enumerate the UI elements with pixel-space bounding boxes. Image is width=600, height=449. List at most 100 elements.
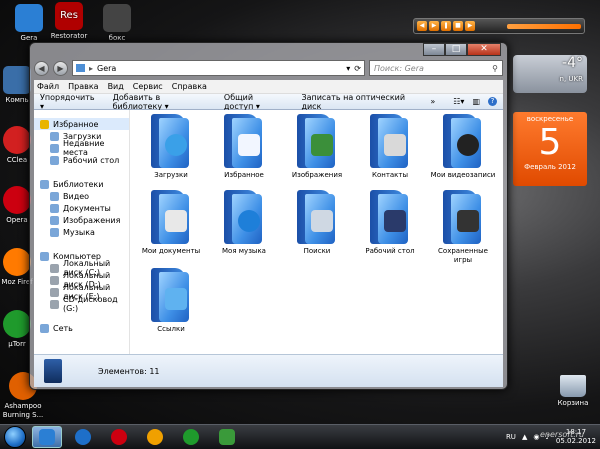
- navigation-bar: ◀ ▶ ▸ Gera ▾ ⟳ Поиск: Gera ⚲: [34, 59, 503, 77]
- monitor-icon: [384, 210, 406, 232]
- folder-pictures[interactable]: Изображения: [284, 114, 350, 180]
- volume-slider[interactable]: [507, 23, 581, 29]
- help-icon[interactable]: ?: [488, 97, 497, 106]
- contacts-icon: [384, 134, 406, 156]
- close-button[interactable]: ✕: [467, 43, 501, 56]
- search-input[interactable]: Поиск: Gera ⚲: [369, 60, 503, 76]
- nav-item-cd-drive[interactable]: CD-дисковод (G:): [34, 295, 129, 313]
- pause-icon[interactable]: ❚: [441, 21, 451, 31]
- magnifier-icon: [311, 210, 333, 232]
- explorer-window: – □ ✕ ◀ ▶ ▸ Gera ▾ ⟳ Поиск: Gera ⚲ Файл …: [29, 42, 508, 390]
- network-tray-icon[interactable]: ◉: [533, 433, 539, 441]
- add-to-library-button[interactable]: Добавить в библиотеку ▾: [113, 93, 206, 111]
- network-icon: [40, 323, 49, 333]
- minimize-button[interactable]: –: [423, 43, 445, 56]
- drive-icon: [50, 275, 59, 285]
- menu-help[interactable]: Справка: [172, 82, 207, 91]
- folder-downloads[interactable]: Загрузки: [138, 114, 204, 180]
- link-arrow-icon: [165, 288, 187, 310]
- restorator-icon: Res: [55, 2, 83, 30]
- burn-button[interactable]: Записать на оптический диск: [301, 93, 412, 111]
- weather-gadget[interactable]: -4° n, UKR: [513, 55, 587, 93]
- media-player-icon: [75, 429, 91, 445]
- menu-edit[interactable]: Правка: [68, 82, 98, 91]
- nav-network[interactable]: Сеть: [34, 322, 129, 334]
- nav-libraries[interactable]: Библиотеки: [34, 178, 129, 190]
- view-options-icon[interactable]: ☷▾: [453, 97, 464, 106]
- recycle-bin-icon: [560, 375, 586, 397]
- pictures-icon: [50, 215, 59, 225]
- folder-documents[interactable]: Мои документы: [138, 190, 204, 256]
- taskbar-aimp[interactable]: [140, 426, 170, 448]
- nav-item-music[interactable]: Музыка: [34, 226, 129, 238]
- menu-tools[interactable]: Сервис: [133, 82, 163, 91]
- taskbar-utorrent[interactable]: [176, 426, 206, 448]
- folder-links[interactable]: Ссылки: [138, 268, 204, 334]
- cd-drive-icon: [50, 299, 59, 309]
- maximize-button[interactable]: □: [445, 43, 467, 56]
- nav-item-video[interactable]: Видео: [34, 190, 129, 202]
- drive-icon: [50, 263, 59, 273]
- address-bar[interactable]: ▸ Gera ▾ ⟳: [72, 60, 365, 76]
- play-icon[interactable]: ▶: [429, 21, 439, 31]
- language-indicator[interactable]: RU: [506, 433, 516, 441]
- watermark: enersoft.ru: [540, 430, 585, 439]
- prev-icon[interactable]: ◀: [417, 21, 427, 31]
- nav-item-recent[interactable]: Недавние места: [34, 139, 129, 157]
- nav-favorites[interactable]: Избранное: [34, 118, 129, 130]
- preview-pane-icon[interactable]: ▥: [472, 97, 480, 106]
- opera-icon: [111, 429, 127, 445]
- refresh-icon[interactable]: ⟳: [354, 64, 361, 73]
- nav-item-desktop[interactable]: Рабочий стол: [34, 154, 129, 166]
- desktop-icon-restorator[interactable]: Res Restorator: [46, 2, 92, 41]
- file-list: Загрузки Избранное Изображения Контакты …: [131, 110, 503, 354]
- taskbar-media-player[interactable]: [68, 426, 98, 448]
- folder-favorites[interactable]: Избранное: [211, 114, 277, 180]
- window-caption-buttons: – □ ✕: [423, 43, 501, 56]
- user-avatar-icon: [44, 359, 62, 383]
- video-icon: [50, 191, 59, 201]
- nav-item-pictures[interactable]: Изображения: [34, 214, 129, 226]
- next-icon[interactable]: ▶: [465, 21, 475, 31]
- folder-searches[interactable]: Поиски: [284, 190, 350, 256]
- command-bar: Упорядочить ▾ Добавить в библиотеку ▾ Об…: [34, 93, 503, 111]
- menu-file[interactable]: Файл: [37, 82, 59, 91]
- desktop-icon-recycle-bin[interactable]: Корзина: [550, 375, 596, 407]
- star-icon: [238, 134, 260, 156]
- folder-music[interactable]: Моя музыка: [211, 190, 277, 256]
- folder-icon: [76, 64, 85, 72]
- tray-arrow-icon[interactable]: ▲: [522, 433, 527, 441]
- stop-icon[interactable]: ■: [453, 21, 463, 31]
- aimp-icon: [147, 429, 163, 445]
- status-bar: Элементов: 11: [34, 354, 503, 387]
- more-commands-button[interactable]: »: [430, 97, 435, 106]
- video-play-icon: [457, 134, 479, 156]
- taskbar-opera[interactable]: [104, 426, 134, 448]
- calendar-month: Февраль 2012: [524, 163, 576, 171]
- folder-videos[interactable]: Мои видеозаписи: [430, 114, 496, 180]
- taskbar-explorer[interactable]: [32, 426, 62, 448]
- organize-button[interactable]: Упорядочить ▾: [40, 93, 95, 111]
- nav-item-documents[interactable]: Документы: [34, 202, 129, 214]
- navigation-pane: Избранное Загрузки Недавние места Рабочи…: [34, 110, 130, 354]
- music-play-icon: [238, 210, 260, 232]
- desktop-icon-box[interactable]: бокс: [94, 4, 140, 43]
- taskbar: RU ▲ ◉ ♪ 18:17 05.02.2012: [0, 424, 600, 449]
- media-player-gadget[interactable]: ◀ ▶ ❚ ■ ▶: [413, 18, 585, 34]
- taskbar-app[interactable]: [212, 426, 242, 448]
- pictures-icon: [311, 134, 333, 156]
- folder-saved-games[interactable]: Сохраненные игры: [430, 190, 496, 265]
- forward-button[interactable]: ▶: [53, 60, 68, 76]
- breadcrumb-arrow-icon: ▸: [89, 63, 94, 73]
- calendar-gadget[interactable]: воскресенье 5 Февраль 2012: [513, 112, 587, 186]
- address-dropdown-icon[interactable]: ▾: [346, 64, 350, 73]
- folder-desktop[interactable]: Рабочий стол: [357, 190, 423, 256]
- downloads-icon: [165, 134, 187, 156]
- menu-view[interactable]: Вид: [108, 82, 124, 91]
- content-area: Избранное Загрузки Недавние места Рабочи…: [34, 110, 503, 354]
- folder-contacts[interactable]: Контакты: [357, 114, 423, 180]
- start-button[interactable]: [4, 426, 26, 448]
- back-button[interactable]: ◀: [34, 60, 49, 76]
- share-button[interactable]: Общий доступ ▾: [224, 93, 284, 111]
- library-icon: [40, 179, 49, 189]
